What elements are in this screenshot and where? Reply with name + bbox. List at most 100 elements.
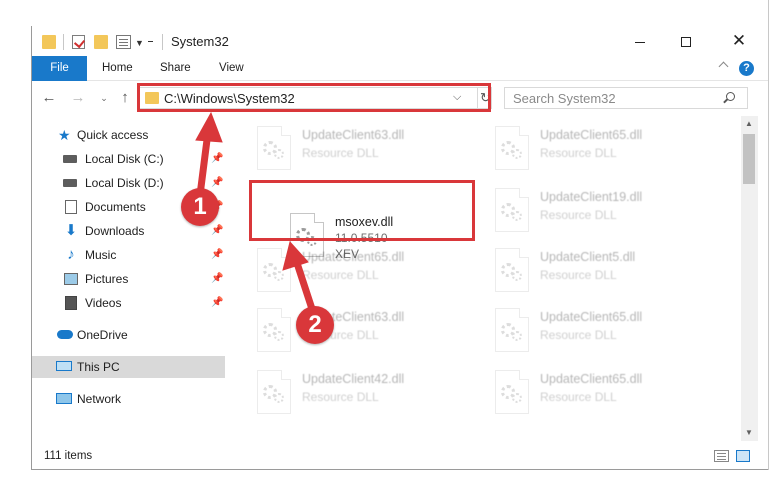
sidebar-item-this-pc[interactable]: This PC <box>32 356 225 378</box>
file-tile[interactable]: UpdateClient65.dll Resource DLL <box>488 366 714 418</box>
sidebar-item-quick-access[interactable]: ★ Quick access <box>32 124 225 146</box>
details-view-icon[interactable] <box>714 450 729 462</box>
disk-icon <box>63 179 77 187</box>
file-description: Resource DLL <box>302 268 379 282</box>
file-description: Resource DLL <box>302 146 379 160</box>
dll-file-icon <box>495 126 529 170</box>
sidebar-item-label: Network <box>77 392 122 406</box>
scroll-down-icon[interactable]: ▼ <box>745 428 753 437</box>
minimize-icon <box>635 41 645 43</box>
file-description: Resource DLL <box>540 146 617 160</box>
properties-check-icon[interactable] <box>72 35 85 49</box>
toolbar-divider <box>162 34 163 50</box>
file-tile[interactable]: UpdateClient5.dll Resource DLL <box>488 244 714 296</box>
screen-bottom-margin <box>0 470 769 485</box>
pictures-icon <box>64 273 78 285</box>
chevron-down-icon[interactable]: ▼ <box>135 38 144 48</box>
file-tile[interactable]: UpdateClient65.dll Resource DLL <box>250 244 476 296</box>
tiles-view-icon[interactable] <box>736 450 750 462</box>
sidebar-item-network[interactable]: Network <box>32 388 225 410</box>
up-button[interactable]: ↑ <box>117 90 133 106</box>
pin-icon[interactable]: 📌 <box>211 297 223 308</box>
expand-ribbon-icon[interactable] <box>718 61 729 72</box>
onedrive-icon <box>57 330 73 339</box>
sidebar-item-onedrive[interactable]: OneDrive <box>32 324 225 346</box>
file-tile[interactable]: UpdateClient42.dll Resource DLL <box>250 366 476 418</box>
disk-icon <box>63 155 77 163</box>
pin-icon[interactable]: 📌 <box>211 153 223 164</box>
tab-file[interactable]: File <box>32 56 87 81</box>
step-marker-2: 2 <box>296 306 334 344</box>
sidebar-item-pictures[interactable]: Pictures 📌 <box>32 268 225 290</box>
this-pc-icon <box>56 361 72 371</box>
file-name: UpdateClient42.dll <box>302 372 405 386</box>
close-button[interactable]: ✕ <box>716 26 762 56</box>
search-placeholder: Search System32 <box>513 91 616 106</box>
sidebar-item-label: Downloads <box>85 224 145 238</box>
dll-file-icon <box>495 248 529 292</box>
window-title: System32 <box>171 34 229 49</box>
file-name: UpdateClient5.dll <box>540 250 636 264</box>
sidebar-item-label: Local Disk (D:) <box>85 176 164 190</box>
screen-top-margin <box>0 0 769 26</box>
pin-icon[interactable]: 📌 <box>211 273 223 284</box>
file-tile[interactable]: UpdateClient65.dll Resource DLL <box>488 304 714 356</box>
sidebar-item-label: Music <box>85 248 117 262</box>
file-description: Resource DLL <box>540 208 617 222</box>
customize-toolbar-icon[interactable]: ⎯ <box>148 36 153 47</box>
toolbar-divider <box>63 34 64 50</box>
back-button[interactable]: ← <box>41 90 57 106</box>
maximize-button[interactable] <box>663 26 709 56</box>
sidebar-item-label: Videos <box>85 296 122 310</box>
file-description: Resource DLL <box>540 268 617 282</box>
help-icon[interactable]: ? <box>739 61 754 76</box>
file-name: UpdateClient63.dll <box>302 128 405 142</box>
minimize-button[interactable] <box>617 26 663 56</box>
dll-file-icon <box>257 308 291 352</box>
forward-button[interactable]: → <box>70 90 86 106</box>
file-name: UpdateClient19.dll <box>540 190 643 204</box>
scrollbar-thumb[interactable] <box>743 134 755 184</box>
new-folder-icon[interactable] <box>94 35 108 49</box>
tab-home[interactable]: Home <box>102 56 133 81</box>
dll-file-icon <box>257 370 291 414</box>
star-icon: ★ <box>58 127 71 143</box>
file-tile[interactable]: UpdateClient19.dll Resource DLL <box>488 184 714 236</box>
address-bar-highlight <box>137 83 491 112</box>
file-highlight <box>249 180 475 241</box>
scroll-up-icon[interactable]: ▲ <box>745 119 753 128</box>
file-tile[interactable]: UpdateClient65.dll Resource DLL <box>488 122 714 174</box>
sidebar-item-music[interactable]: ♪ Music 📌 <box>32 244 225 266</box>
file-list: UpdateClient63.dll Resource DLL UpdateCl… <box>227 116 741 441</box>
dll-file-icon <box>257 126 291 170</box>
search-icon[interactable] <box>726 92 735 101</box>
sidebar-item-videos[interactable]: Videos 📌 <box>32 292 225 314</box>
dll-file-icon <box>495 370 529 414</box>
folder-icon[interactable] <box>42 35 56 49</box>
search-input[interactable]: Search System32 <box>504 87 748 109</box>
videos-icon <box>65 296 77 310</box>
status-bar: 111 items <box>32 444 769 468</box>
sidebar-item-label: Pictures <box>85 272 129 286</box>
dll-file-icon <box>495 188 529 232</box>
ribbon: File Home Share View ? <box>32 56 769 81</box>
tab-view[interactable]: View <box>219 56 244 81</box>
file-description: Resource DLL <box>540 328 617 342</box>
dll-file-icon <box>257 248 291 292</box>
file-name: UpdateClient65.dll <box>540 128 643 142</box>
pin-icon[interactable]: 📌 <box>211 249 223 260</box>
recent-locations-button[interactable]: ⌄ <box>96 90 112 106</box>
maximize-icon <box>681 37 691 48</box>
pin-icon[interactable]: 📌 <box>211 177 223 188</box>
pin-icon[interactable]: 📌 <box>211 225 223 236</box>
rename-icon[interactable] <box>116 35 131 49</box>
file-tile[interactable]: UpdateClient63.dll Resource DLL <box>250 122 476 174</box>
step-marker-1: 1 <box>181 188 219 226</box>
tab-share[interactable]: Share <box>160 56 191 81</box>
file-tile[interactable]: UpdateClient63.dll Resource DLL <box>250 304 476 356</box>
vertical-scrollbar[interactable]: ▲ ▼ <box>741 116 758 441</box>
sidebar-item-local-disk-c[interactable]: Local Disk (C:) 📌 <box>32 148 225 170</box>
navigation-pane: ★ Quick access Local Disk (C:) 📌 Local D… <box>32 116 227 441</box>
sidebar-item-label: OneDrive <box>77 328 128 342</box>
title-bar: ▼ ⎯ System32 ✕ <box>32 26 769 56</box>
